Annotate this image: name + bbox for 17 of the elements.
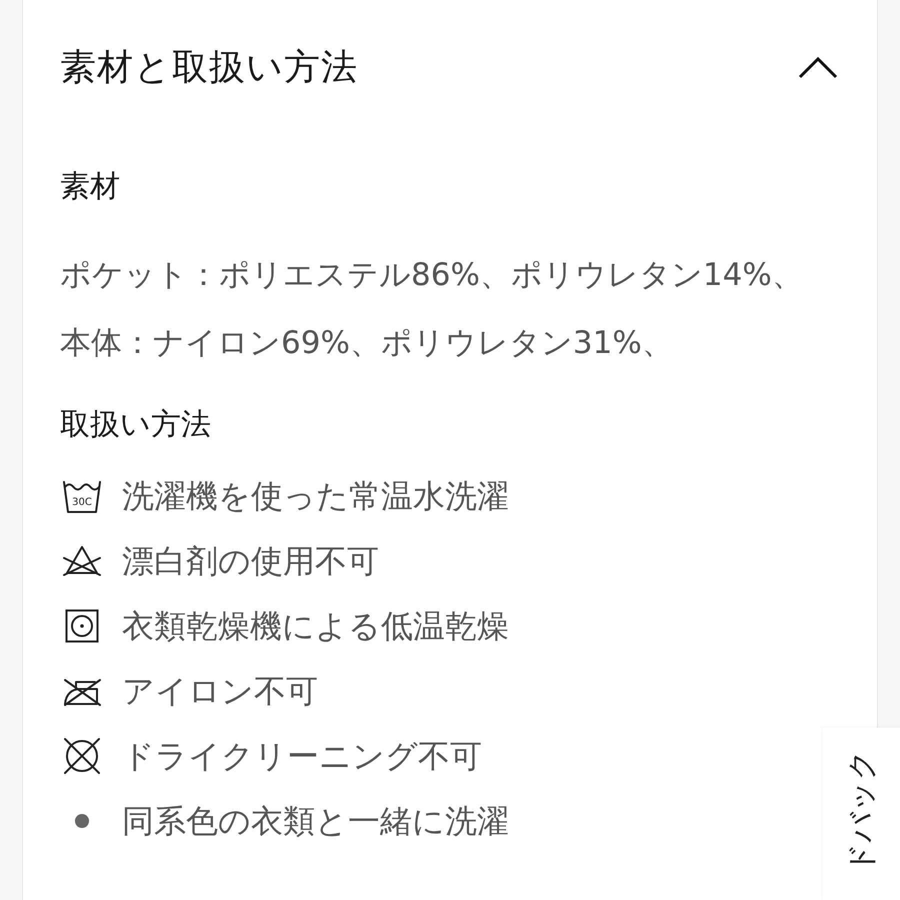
material-line: ポケット：ポリエステル86%、ポリウレタン14%、 <box>60 256 804 295</box>
material-line: 本体：ナイロン69%、ポリウレタン31%、 <box>60 324 674 363</box>
feedback-tab[interactable]: ドバック <box>822 727 900 900</box>
section-title: 素材と取扱い方法 <box>60 46 358 90</box>
materials-heading: 素材 <box>60 168 121 206</box>
care-instruction: 洗濯機を使った常温水洗濯 <box>122 476 509 516</box>
crossed-triangle-icon <box>62 544 102 578</box>
care-instruction: 漂白剤の使用不可 <box>122 541 379 581</box>
care-instruction: 同系色の衣類と一緒に洗濯 <box>122 801 509 841</box>
care-instruction: アイロン不可 <box>122 671 318 711</box>
care-heading: 取扱い方法 <box>60 406 212 444</box>
crossed-circle-icon <box>63 737 101 775</box>
care-instruction: 衣類乾燥機による低温乾燥 <box>122 606 509 646</box>
chevron-up-icon[interactable] <box>798 57 838 79</box>
care-instruction: ドライクリーニング不可 <box>122 736 482 776</box>
bullet-dot-icon <box>75 814 89 828</box>
circle-in-square-icon <box>65 609 99 643</box>
